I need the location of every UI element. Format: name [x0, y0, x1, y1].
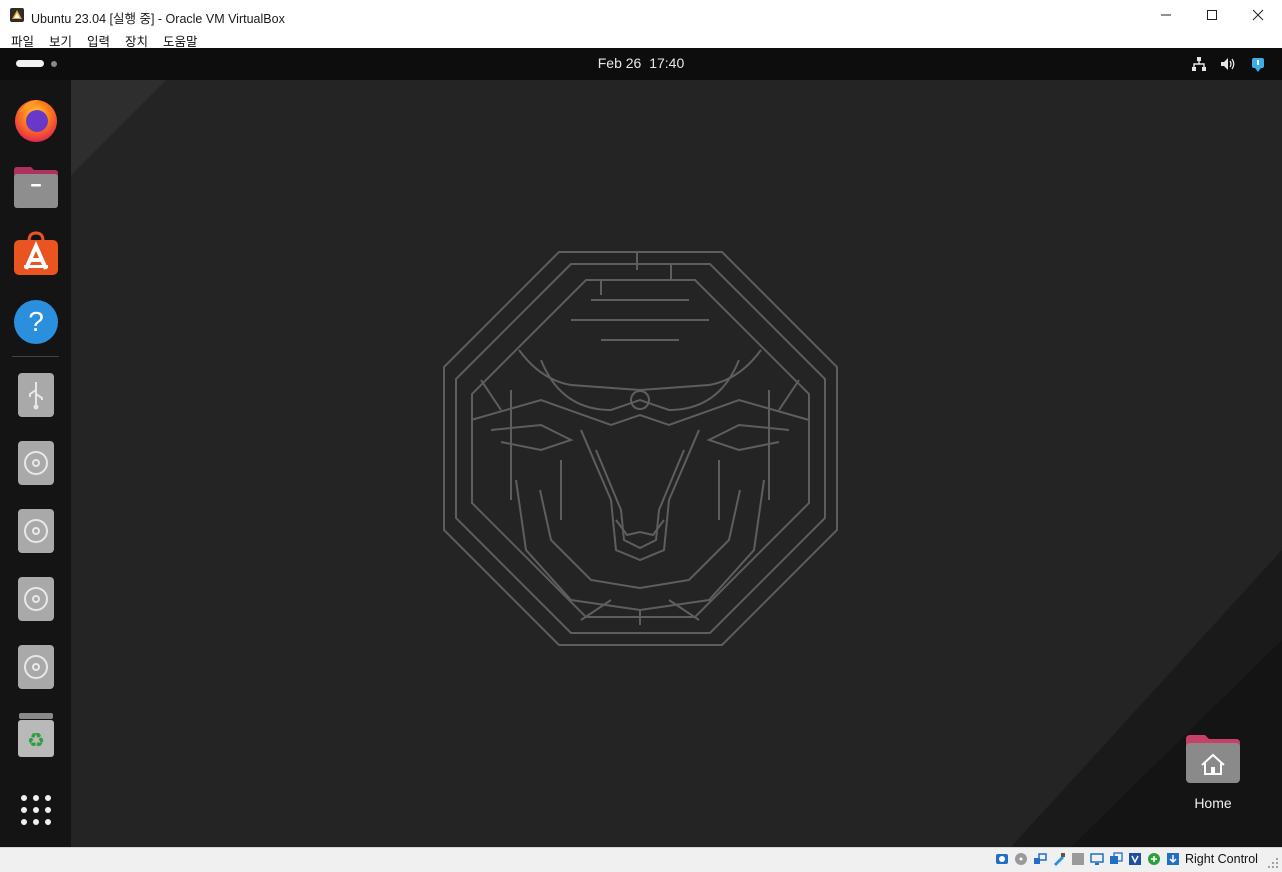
- home-folder-icon[interactable]: [1183, 731, 1243, 787]
- trash-icon[interactable]: ♻: [11, 710, 61, 760]
- power-icon[interactable]: [1249, 55, 1267, 73]
- close-icon: [1252, 9, 1264, 21]
- gnome-top-bar: Feb 26 17:40: [0, 48, 1282, 80]
- virtualbox-app-icon: [10, 8, 24, 22]
- optical-drive-icon[interactable]: [1014, 852, 1028, 866]
- minimize-icon: [1161, 14, 1171, 16]
- help-icon[interactable]: ?: [11, 297, 61, 347]
- display-icon[interactable]: [1090, 852, 1104, 866]
- optical-disc-icon[interactable]: [11, 574, 61, 624]
- clock-date: Feb 26: [597, 55, 642, 71]
- close-button[interactable]: [1235, 0, 1281, 30]
- optical-disc-icon[interactable]: [11, 506, 61, 556]
- clock[interactable]: Feb 26 17:40: [0, 55, 1282, 71]
- optical-disc-icon[interactable]: [11, 438, 61, 488]
- usb-drive-icon[interactable]: [11, 370, 61, 420]
- hard-disk-icon[interactable]: [995, 852, 1009, 866]
- window-title-bar: Ubuntu 23.04 [실행 중] - Oracle VM VirtualB…: [0, 0, 1282, 30]
- home-label[interactable]: Home: [1171, 795, 1255, 811]
- menu-bar: 파일 보기 입력 장치 도움말: [0, 30, 1282, 49]
- firefox-icon[interactable]: [11, 94, 61, 144]
- window-title: Ubuntu 23.04 [실행 중] - Oracle VM VirtualB…: [31, 12, 285, 26]
- guest-screen[interactable]: Feb 26 17:40 ? ♻ Home: [0, 48, 1282, 847]
- dock: ? ♻: [0, 80, 71, 847]
- maximize-icon: [1207, 10, 1217, 20]
- status-bar: Right Control: [0, 847, 1282, 872]
- wallpaper: [71, 80, 1282, 847]
- usb-icon[interactable]: [1052, 852, 1066, 866]
- files-icon[interactable]: [11, 162, 61, 212]
- dock-separator: [12, 356, 59, 357]
- virtualization-icon[interactable]: [1128, 852, 1142, 866]
- clock-time: 17:40: [649, 55, 685, 71]
- app-center-icon[interactable]: [11, 229, 61, 279]
- maximize-button[interactable]: [1189, 0, 1235, 30]
- svg-text:♻: ♻: [27, 728, 45, 752]
- optical-disc-icon[interactable]: [11, 642, 61, 692]
- recording-icon[interactable]: [1109, 852, 1123, 866]
- network-icon[interactable]: [1190, 55, 1208, 73]
- host-key-label: Right Control: [1185, 852, 1258, 866]
- resize-grip-icon[interactable]: [1268, 858, 1279, 869]
- keyboard-capture-icon[interactable]: [1166, 852, 1180, 866]
- minimize-button[interactable]: [1143, 0, 1189, 30]
- shared-folders-icon[interactable]: [1071, 852, 1085, 866]
- desktop[interactable]: Home: [71, 80, 1282, 847]
- mouse-integration-icon[interactable]: [1147, 852, 1161, 866]
- svg-text:?: ?: [28, 306, 44, 337]
- volume-icon[interactable]: [1219, 55, 1237, 73]
- app-grid-icon[interactable]: [11, 785, 61, 835]
- network-adapters-icon[interactable]: [1033, 852, 1047, 866]
